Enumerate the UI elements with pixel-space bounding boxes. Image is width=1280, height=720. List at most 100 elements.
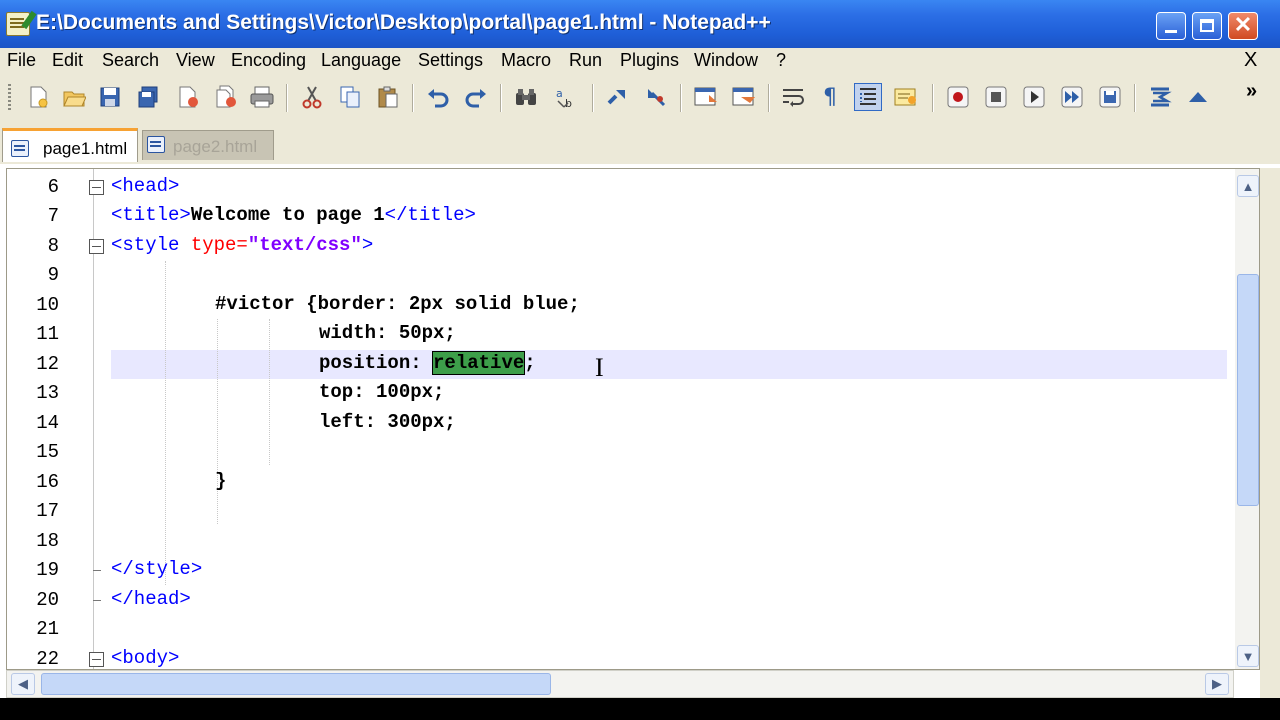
toolbar-separator xyxy=(500,84,502,112)
print-icon xyxy=(250,86,274,108)
code-line: 18 xyxy=(7,527,1227,556)
fold-toggle-icon[interactable] xyxy=(89,180,104,195)
find-button[interactable] xyxy=(512,83,540,111)
tag-token: > xyxy=(361,234,374,256)
copy-button[interactable] xyxy=(336,83,364,111)
trim-button[interactable] xyxy=(1146,83,1174,111)
menu-language[interactable]: Language xyxy=(321,50,401,71)
text-token: Welcome to page 1 xyxy=(190,204,385,226)
scroll-up-button[interactable]: ▲ xyxy=(1237,175,1259,197)
zoom-in-button[interactable] xyxy=(604,83,632,111)
paste-button[interactable] xyxy=(374,83,402,111)
line-number: 20 xyxy=(36,589,59,611)
record-macro-button[interactable] xyxy=(944,83,972,111)
playback-button[interactable] xyxy=(1020,83,1048,111)
stop-record-button[interactable] xyxy=(982,83,1010,111)
selected-text[interactable]: relative xyxy=(432,351,526,375)
close-window-button[interactable]: ✕ xyxy=(1228,12,1258,40)
save-button[interactable] xyxy=(96,83,124,111)
line-number: 10 xyxy=(36,294,59,316)
scroll-left-button[interactable]: ◀ xyxy=(11,673,35,695)
scroll-down-button[interactable]: ▼ xyxy=(1237,645,1259,667)
line-number: 13 xyxy=(36,382,59,404)
toolbar-separator xyxy=(932,84,934,112)
sync-horizontal-button[interactable] xyxy=(730,83,758,111)
replace-button[interactable]: ab xyxy=(552,83,580,111)
close-document-button[interactable]: X xyxy=(1244,49,1257,72)
print-button[interactable] xyxy=(248,83,276,111)
file-icon xyxy=(147,136,165,153)
save-icon xyxy=(100,87,120,107)
vertical-scrollbar[interactable]: ▲ ▼ xyxy=(1235,169,1259,669)
redo-button[interactable] xyxy=(462,83,490,111)
toolbar-overflow-button[interactable]: » xyxy=(1246,80,1257,103)
new-file-icon xyxy=(30,86,48,108)
code-line: 10 #victor {border: 2px solid blue; xyxy=(7,291,1227,320)
indent-guide-button[interactable] xyxy=(854,83,882,111)
minimize-icon xyxy=(1165,30,1177,33)
cut-button[interactable] xyxy=(298,83,326,111)
new-file-button[interactable] xyxy=(24,83,52,111)
tag-token: <title> xyxy=(111,204,191,226)
sync-vertical-button[interactable] xyxy=(692,83,720,111)
vertical-scroll-thumb[interactable] xyxy=(1237,274,1259,506)
show-all-characters-button[interactable]: ¶ xyxy=(816,83,844,111)
svg-text:b: b xyxy=(565,97,572,109)
up-button[interactable] xyxy=(1184,83,1212,111)
save-all-button[interactable] xyxy=(134,83,162,111)
horizontal-scroll-thumb[interactable] xyxy=(41,673,551,695)
toolbar-separator xyxy=(412,84,414,112)
notepad-plus-plus-icon[interactable] xyxy=(6,12,30,36)
menu-help[interactable]: ? xyxy=(776,50,786,71)
toolbar: ab ¶ » xyxy=(0,74,1280,123)
line-number: 11 xyxy=(36,323,59,345)
open-file-icon xyxy=(63,91,86,107)
fold-toggle-icon[interactable] xyxy=(89,239,104,254)
user-language-button[interactable] xyxy=(892,83,920,111)
open-file-button[interactable] xyxy=(60,83,88,111)
tab-label: page1.html xyxy=(43,139,128,158)
maximize-icon xyxy=(1200,19,1214,32)
fold-toggle-icon[interactable] xyxy=(89,652,104,667)
run-multiple-button[interactable] xyxy=(1058,83,1086,111)
attribute-token: type= xyxy=(190,234,248,256)
save-macro-button[interactable] xyxy=(1096,83,1124,111)
menu-file[interactable]: File xyxy=(7,50,36,71)
menu-macro[interactable]: Macro xyxy=(501,50,551,71)
menu-edit[interactable]: Edit xyxy=(52,50,83,71)
redo-icon xyxy=(465,89,486,108)
maximize-button[interactable] xyxy=(1192,12,1222,40)
close-file-button[interactable] xyxy=(174,83,202,111)
toolbar-grip[interactable] xyxy=(8,84,11,112)
horizontal-scrollbar[interactable]: ◀ ▶ xyxy=(6,670,1234,698)
menu-search[interactable]: Search xyxy=(102,50,159,71)
undo-button[interactable] xyxy=(424,83,452,111)
code-line: 6 <head> xyxy=(7,173,1227,202)
cut-icon xyxy=(302,86,322,109)
svg-text:a: a xyxy=(556,87,563,100)
undo-icon xyxy=(428,89,449,108)
menu-run[interactable]: Run xyxy=(569,50,602,71)
scroll-right-button[interactable]: ▶ xyxy=(1205,673,1229,695)
menu-settings[interactable]: Settings xyxy=(418,50,483,71)
tab-page2[interactable]: page2.html xyxy=(142,130,274,160)
line-number: 14 xyxy=(36,412,59,434)
up-icon xyxy=(1189,92,1207,102)
menu-plugins[interactable]: Plugins xyxy=(620,50,679,71)
word-wrap-button[interactable] xyxy=(780,83,808,111)
stop-record-icon xyxy=(985,86,1007,108)
code-editor[interactable]: 6 <head> 7 <title>Welcome to page 1</tit… xyxy=(6,168,1260,670)
code-line: 19 </style> xyxy=(7,556,1227,585)
menu-encoding[interactable]: Encoding xyxy=(231,50,306,71)
code-text: <body> xyxy=(111,647,180,669)
minimize-button[interactable] xyxy=(1156,12,1186,40)
menu-window[interactable]: Window xyxy=(694,50,758,71)
menu-view[interactable]: View xyxy=(176,50,215,71)
code-line: 16 } xyxy=(7,468,1227,497)
fold-end-marker xyxy=(93,556,101,571)
tab-page1[interactable]: page1.html xyxy=(2,128,138,162)
save-all-icon xyxy=(138,86,158,108)
zoom-out-button[interactable] xyxy=(642,83,670,111)
close-all-button[interactable] xyxy=(212,83,240,111)
code-line: 22 <body> xyxy=(7,645,1227,669)
